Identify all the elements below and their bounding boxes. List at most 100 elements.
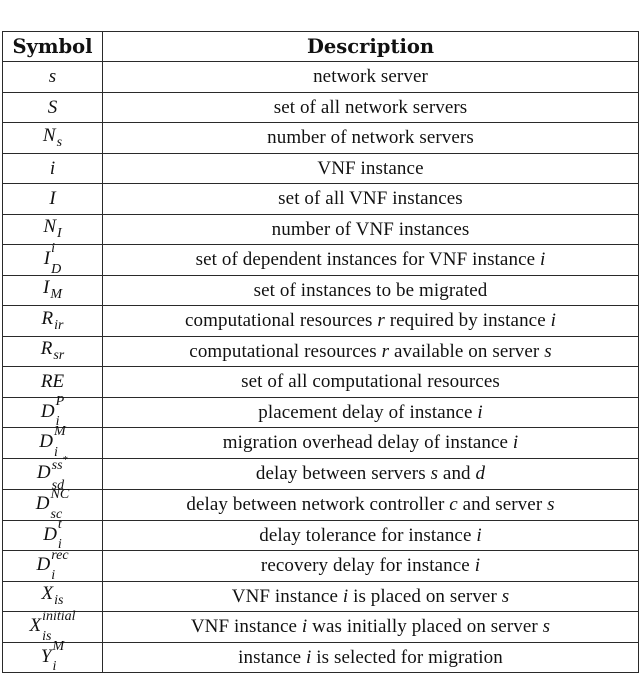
symbol-subscript: i: [52, 659, 57, 675]
math-symbol: DPi: [40, 394, 64, 429]
column-header-description: Description: [102, 31, 639, 62]
math-symbol: D NC sc: [35, 487, 69, 522]
description-text: is placed on server: [348, 585, 502, 607]
table-row: Ns number of network servers: [2, 122, 639, 154]
symbol-scripts: Mi: [52, 639, 64, 675]
description-text: computational resources: [189, 340, 382, 362]
math-symbol: Drec i: [36, 548, 68, 583]
inline-math-variable: s: [542, 616, 551, 638]
symbol-cell: Dss* sd: [2, 454, 103, 492]
table-header-row: Symbol Description: [2, 31, 639, 62]
symbol-superscript: i: [51, 241, 55, 257]
symbol-cell: Ns: [2, 122, 103, 154]
symbol-superscript: M: [52, 639, 65, 655]
description-text: required by instance: [384, 310, 551, 332]
description-cell: VNF instance i was initially placed on s…: [102, 611, 639, 643]
table-row: Drec i recovery delay for instance i: [2, 548, 639, 583]
symbol-cell: D NC sc: [2, 487, 103, 522]
symbol-subscript: is: [54, 593, 64, 609]
table-body: s network server Sset of all network serve…: [2, 61, 639, 675]
inline-math-variable: c: [449, 494, 458, 516]
symbol-base: D: [40, 400, 55, 422]
table-row: Ii D set of dependent instances for VNF in…: [2, 242, 639, 277]
symbol-cell: Drec i: [2, 548, 103, 583]
description-text: and server: [457, 494, 548, 516]
math-symbol: I: [49, 189, 55, 208]
table-row: i VNF instance: [2, 152, 639, 184]
inline-math-variable: s: [544, 340, 552, 362]
inline-math-variable: s: [430, 463, 439, 485]
inline-math-variable: i: [474, 555, 481, 577]
symbol-scripts: ss* sd: [52, 454, 68, 492]
symbol-cell: Xinitial is: [2, 609, 103, 644]
table-row: IM set of instances to be migrated: [2, 274, 639, 306]
math-symbol: DMi: [39, 425, 65, 460]
description-text: migration overhead delay of instance: [222, 432, 513, 454]
description-text: is selected for migration: [311, 646, 503, 668]
description-cell: number of VNF instances: [102, 213, 639, 245]
table-row: Dt i delay tolerance for instance i: [2, 517, 639, 552]
asterisk-superscript: *: [62, 453, 69, 466]
symbol-subscript: M: [50, 287, 62, 303]
symbol-superscript: NC: [50, 486, 70, 502]
column-header-symbol: Symbol: [2, 31, 103, 62]
symbol-base: D: [35, 493, 50, 515]
inline-math-variable: d: [475, 463, 486, 485]
symbol-cell: Rsr: [2, 335, 103, 367]
inline-math-variable: i: [477, 401, 483, 423]
math-symbol: i: [50, 159, 55, 178]
symbol-superscript: P: [55, 393, 65, 409]
symbol-cell: DMi: [2, 425, 103, 460]
inline-math-variable: s: [547, 494, 555, 516]
math-symbol: Xinitial is: [29, 609, 75, 644]
inline-math-variable: i: [540, 249, 546, 271]
symbol-cell: Dti: [2, 517, 103, 552]
symbol-base: N: [42, 124, 56, 146]
symbol-superscript: ss*: [51, 453, 69, 473]
description-cell: computational resources r required by in…: [102, 305, 639, 337]
symbol-scripts: iD: [51, 242, 61, 277]
symbol-cell: Rir: [2, 305, 103, 337]
symbol-superscript: t: [57, 517, 62, 533]
table-row: Iset of all VNF instances: [2, 183, 639, 215]
symbol-cell: Xis: [2, 580, 103, 613]
description-text: available on server: [389, 340, 545, 362]
symbol-subscript: I: [57, 226, 62, 242]
description-cell: delay tolerance for instance i: [102, 519, 639, 552]
description-cell: network server: [102, 61, 639, 93]
table-row: NI number of VNF instances: [2, 213, 639, 245]
table-row: Rsr computational resources r available o…: [2, 335, 639, 367]
symbol-base: X: [41, 583, 54, 605]
description-cell: set of instances to be migrated: [102, 274, 639, 306]
symbol-base: X: [29, 615, 42, 637]
symbol-cell: I: [2, 183, 103, 215]
symbol-base: R: [41, 307, 54, 329]
math-symbol: s: [49, 67, 56, 86]
description-text: placement delay of instance: [258, 401, 478, 423]
description-text: delay between servers: [255, 463, 431, 485]
symbol-base: s: [48, 66, 57, 88]
description-text: VNF instance: [317, 157, 424, 179]
table-row: RE set of all computational resources: [2, 366, 639, 398]
description-cell: set of all computational resources: [102, 366, 639, 398]
symbol-base: i: [49, 157, 56, 179]
symbol-scripts: ti: [58, 517, 62, 552]
symbol-base: N: [43, 216, 56, 238]
description-cell: set of all network servers: [102, 91, 639, 123]
symbol-subscript: s: [56, 134, 63, 150]
description-text: set of all computational resources: [241, 371, 500, 393]
symbol-base: I: [43, 277, 50, 299]
notation-table: Symbol Description s network server Sset o…: [2, 31, 639, 675]
description-cell: VNF instance: [102, 152, 639, 184]
table-row: Y Mi instance i is selected for migration: [2, 639, 639, 675]
description-text: network server: [313, 66, 428, 88]
description-cell: placement delay of instance i: [102, 396, 639, 428]
description-cell: set of all VNF instances: [102, 183, 639, 215]
description-cell: instance i is selected for migration: [102, 641, 639, 674]
description-text: number of network servers: [267, 127, 474, 149]
symbol-base: R: [40, 338, 53, 360]
symbol-superscript: M: [54, 424, 66, 440]
table-row: Xis VNF instance i is placed on server s: [2, 580, 639, 613]
symbol-base: Y: [40, 645, 52, 667]
symbol-superscript: initial: [42, 608, 76, 624]
